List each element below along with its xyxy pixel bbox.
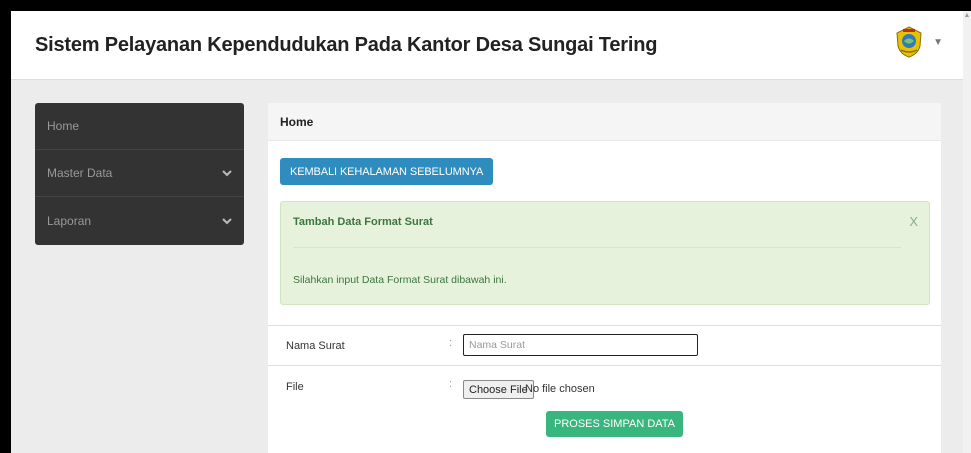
nama-surat-label: Nama Surat xyxy=(286,340,345,352)
scrollbar[interactable] xyxy=(963,11,971,453)
nama-surat-input[interactable] xyxy=(463,334,698,356)
sidebar-nav: Home Master Data Laporan xyxy=(35,103,244,245)
sidebar-item-label: Master Data xyxy=(47,166,113,180)
form-row-nama-surat: Nama Surat : xyxy=(268,325,941,365)
info-alert: Tambah Data Format Surat X Silahkan inpu… xyxy=(280,201,930,305)
choose-file-button[interactable]: Choose File xyxy=(463,380,534,399)
file-label: File xyxy=(286,381,304,393)
sidebar-item-label: Home xyxy=(47,119,80,133)
alert-divider xyxy=(293,247,901,248)
user-menu[interactable]: ▼ xyxy=(895,25,943,59)
window-frame-left xyxy=(0,0,11,453)
app-title: Sistem Pelayanan Kependudukan Pada Kanto… xyxy=(35,34,658,56)
sidebar-item-label: Laporan xyxy=(47,213,92,228)
sidebar-item-laporan[interactable]: Laporan xyxy=(35,197,244,244)
close-icon[interactable]: X xyxy=(909,214,918,229)
field-colon: : xyxy=(449,337,453,349)
chevron-down-icon xyxy=(222,217,232,224)
file-status-text: No file chosen xyxy=(525,383,595,395)
sidebar-item-home[interactable]: Home xyxy=(35,103,244,150)
scroll-up-icon[interactable]: ▲ xyxy=(963,12,971,20)
top-navbar: Sistem Pelayanan Kependudukan Pada Kanto… xyxy=(11,11,963,80)
sidebar-item-master-data[interactable]: Master Data xyxy=(35,150,244,197)
alert-title: Tambah Data Format Surat xyxy=(293,216,433,228)
panel-heading: Home xyxy=(268,103,941,141)
field-colon: : xyxy=(449,378,453,390)
window-frame-top xyxy=(0,0,971,11)
back-button[interactable]: KEMBALI KEHALAMAN SEBELUMNYA xyxy=(280,158,494,185)
chevron-down-icon xyxy=(222,170,232,177)
form-row-file: File : Choose File No file chosen PROSES… xyxy=(268,365,941,453)
main-panel: Home KEMBALI KEHALAMAN SEBELUMNYA Tambah… xyxy=(268,103,941,453)
alert-message: Silahkan input Data Format Surat dibawah… xyxy=(293,274,507,286)
emblem-logo-icon xyxy=(896,26,922,58)
save-button[interactable]: PROSES SIMPAN DATA xyxy=(546,411,684,437)
caret-down-icon: ▼ xyxy=(933,36,943,48)
